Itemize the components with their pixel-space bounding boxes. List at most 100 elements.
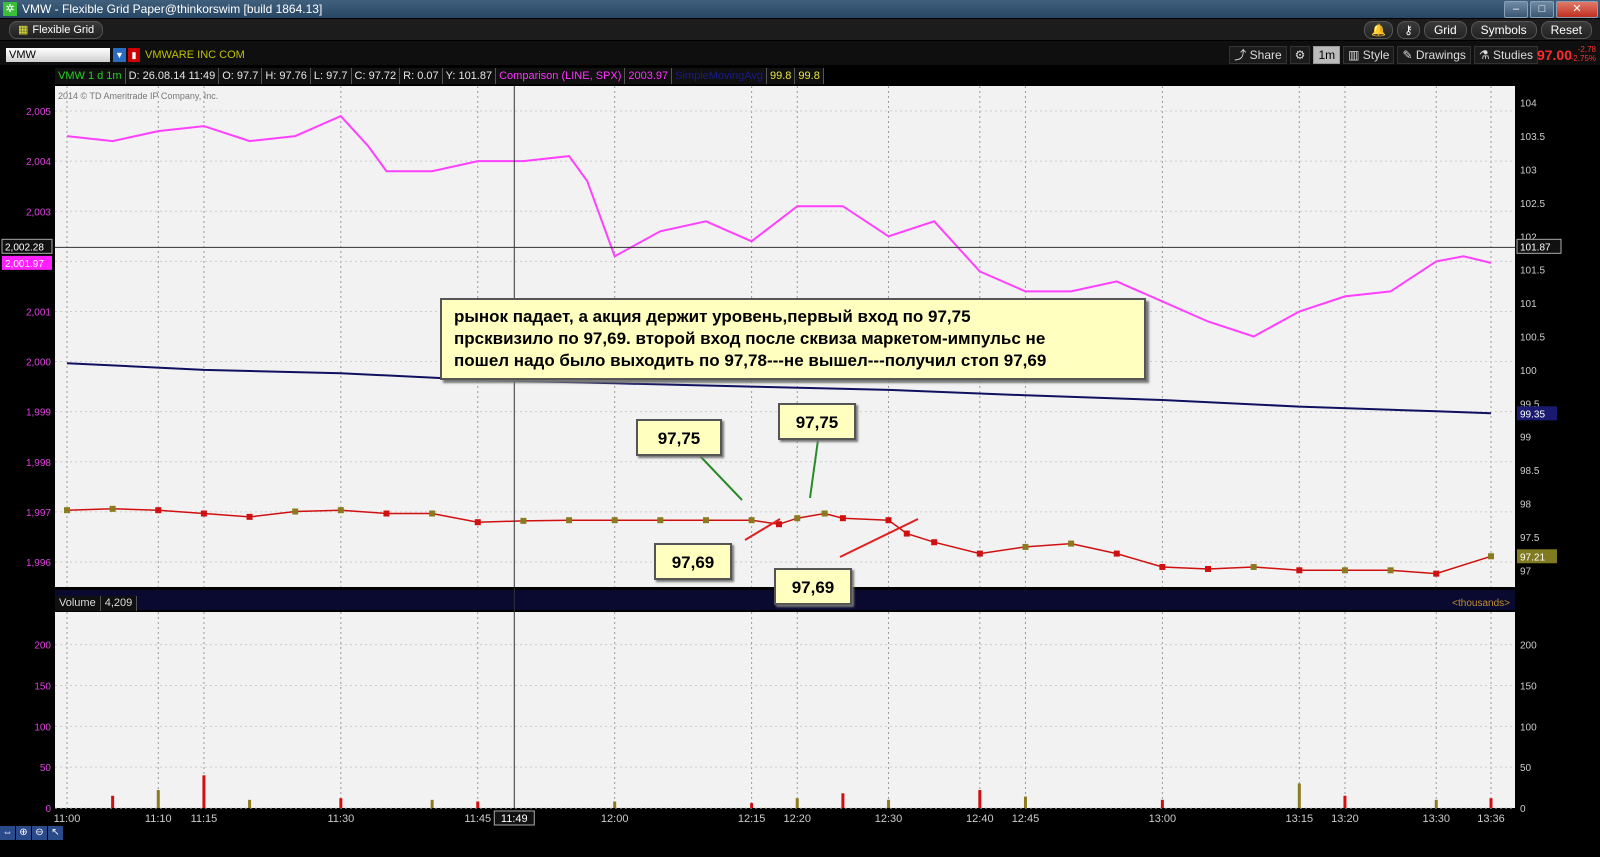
- price-candle: [109, 505, 116, 512]
- time-tick-label: 12:15: [738, 813, 766, 825]
- volume-bar: [111, 795, 115, 808]
- price-candle: [748, 517, 755, 524]
- price-candle: [474, 519, 481, 526]
- info-v1: 99.8: [766, 68, 796, 84]
- info-close: C: 97.72: [351, 68, 401, 84]
- price-candle: [1433, 570, 1440, 577]
- right-tick-label: 101.5: [1520, 266, 1545, 277]
- price-candle: [1250, 563, 1257, 570]
- time-tick-label: 11:10: [145, 813, 172, 825]
- volume-bar: [1434, 799, 1438, 808]
- time-tick-label: 11:00: [54, 813, 81, 825]
- annotation-line: пошел надо было выходить по 97,78---не в…: [454, 351, 1047, 370]
- annotation-line: прсквизило по 97,69. второй вход после с…: [454, 329, 1046, 348]
- time-tick-label: 13:36: [1477, 813, 1505, 825]
- time-tick-label: 11:30: [327, 813, 354, 825]
- zoom-in-icon[interactable]: ⊕: [16, 826, 31, 840]
- volume-header: Volume 4,209: [55, 596, 138, 611]
- zoom-out-icon[interactable]: ⊖: [32, 826, 47, 840]
- volume-bar: [795, 798, 799, 808]
- volume-bar: [1023, 796, 1027, 808]
- crosshair-right-label: 101.87: [1520, 242, 1551, 253]
- pan-icon[interactable]: ⇔: [0, 826, 15, 840]
- volume-bar: [887, 799, 891, 808]
- price-candle: [1296, 567, 1303, 574]
- right-tick-label: 100: [1520, 366, 1537, 377]
- comparison-left-label: 2,001.97: [5, 259, 44, 270]
- copyright-text: 2014 © TD Ameritrade IP Company, Inc.: [58, 91, 218, 101]
- volume-tick-label: 50: [40, 763, 52, 774]
- price-candle: [976, 550, 983, 557]
- time-tick-label: 12:30: [875, 813, 903, 825]
- volume-bar: [613, 801, 617, 808]
- left-tick-label: 1,998: [26, 458, 51, 469]
- left-tick-label: 1,997: [26, 508, 51, 519]
- price-candle: [839, 515, 846, 522]
- time-tick-label: 12:45: [1012, 813, 1040, 825]
- price-candle: [776, 521, 782, 528]
- volume-tick-label: 200: [1520, 641, 1537, 652]
- right-tick-label: 100.5: [1520, 333, 1545, 344]
- price-candle: [383, 510, 390, 517]
- left-tick-label: 1,999: [26, 408, 51, 419]
- right-tick-label: 104: [1520, 99, 1537, 110]
- price-candle: [1159, 563, 1166, 570]
- price-candle: [1205, 565, 1212, 572]
- trade-annotation: рынок падает, а акция держит уровень,пер…: [440, 298, 1146, 380]
- volume-bar: [978, 790, 982, 808]
- chart-info-bar: VMW 1 d 1m D: 26.08.14 11:49 O: 97.7 H: …: [55, 68, 824, 84]
- volume-bar: [841, 793, 845, 808]
- volume-panel: [55, 612, 1515, 808]
- volume-unit: <thousands>: [1452, 598, 1510, 609]
- entry-tag-1: 97,75: [636, 419, 722, 456]
- left-tick-label: 2,005: [26, 107, 51, 118]
- right-tick-label: 97: [1520, 566, 1532, 577]
- info-open: O: 97.7: [219, 68, 263, 84]
- right-tick-label: 103: [1520, 166, 1537, 177]
- info-y: Y: 101.87: [442, 68, 497, 84]
- time-tick-label: 11:45: [464, 813, 491, 825]
- right-tick-label: 101: [1520, 299, 1537, 310]
- price-candle: [337, 507, 344, 514]
- stop-tag-1: 97,69: [654, 543, 732, 580]
- info-range: R: 0.07: [400, 68, 443, 84]
- price-candle: [566, 517, 573, 524]
- time-tick-label: 12:40: [966, 813, 994, 825]
- time-tick-label: 12:20: [783, 813, 811, 825]
- price-candle: [292, 508, 299, 515]
- price-candle: [246, 513, 253, 520]
- price-candle: [821, 510, 828, 517]
- price-candle: [200, 510, 207, 517]
- info-date: D: 26.08.14 11:49: [125, 68, 220, 84]
- volume-tick-label: 150: [1520, 682, 1537, 693]
- annotation-line: рынок падает, а акция держит уровень,пер…: [454, 307, 971, 326]
- volume-bar: [248, 799, 252, 808]
- price-candle: [1113, 550, 1120, 557]
- chart-nav-controls: ⇔ ⊕ ⊖ ↖: [0, 826, 80, 840]
- stop-tag-2: 97,69: [774, 568, 852, 605]
- time-tick-label: 13:30: [1422, 813, 1450, 825]
- volume-bar: [1343, 795, 1347, 808]
- volume-bar: [1489, 798, 1493, 808]
- left-tick-label: 2,004: [26, 157, 51, 168]
- info-comparison-value: 2003.97: [625, 68, 673, 84]
- time-tick-label: 11:15: [191, 813, 218, 825]
- volume-tick-label: 50: [1520, 763, 1532, 774]
- right-tick-label: 99: [1520, 433, 1532, 444]
- time-tick-label: 13:15: [1286, 813, 1314, 825]
- volume-tick-label: 200: [34, 641, 51, 652]
- info-v2: 99.8: [795, 68, 824, 84]
- time-tick-label: 13:00: [1149, 813, 1177, 825]
- time-tick-label: 12:00: [601, 813, 629, 825]
- price-candle: [1387, 567, 1394, 574]
- volume-bar: [750, 803, 754, 808]
- cursor-icon[interactable]: ↖: [48, 826, 63, 840]
- info-comparison: Comparison (LINE, SPX): [496, 68, 626, 84]
- right-tick-label: 97.5: [1520, 533, 1540, 544]
- left-tick-label: 2,000: [26, 358, 51, 369]
- volume-bar: [202, 775, 206, 808]
- price-candle: [903, 530, 910, 537]
- price-candle: [794, 515, 801, 522]
- volume-tick-label: 0: [45, 804, 51, 815]
- price-candle: [931, 539, 938, 546]
